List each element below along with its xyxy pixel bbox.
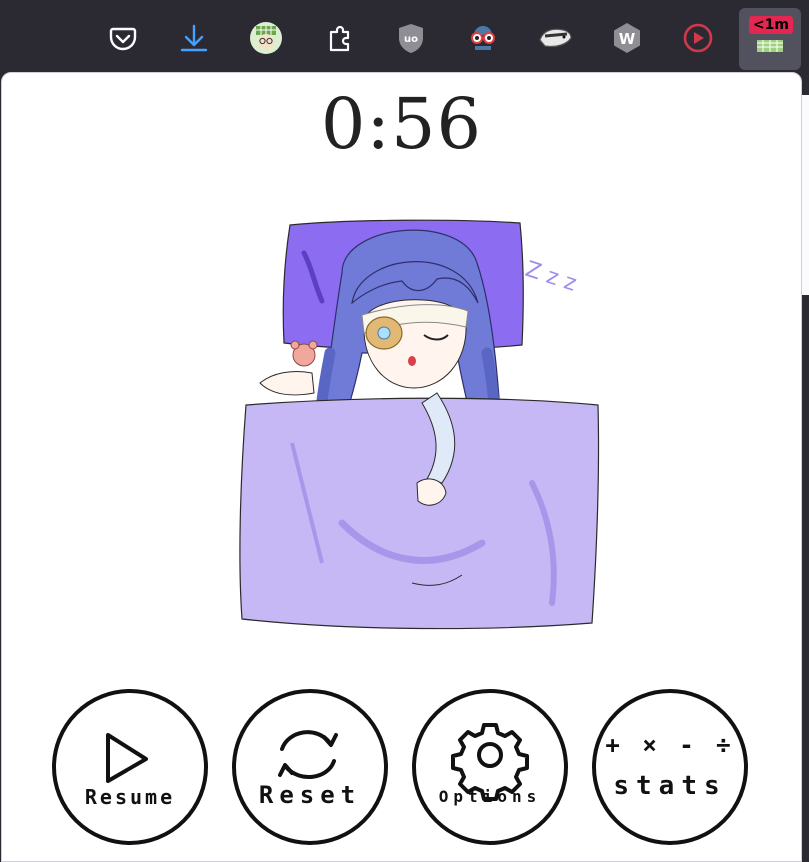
stats-button[interactable]: + × - ÷ stats	[592, 689, 748, 845]
refresh-icon	[278, 730, 338, 780]
zzz-text: Z z z	[522, 257, 579, 297]
options-label: Options	[438, 787, 542, 806]
avatar-icon[interactable]	[246, 18, 286, 58]
ublock-icon[interactable]: uo	[391, 18, 431, 58]
svg-text:W: W	[619, 30, 636, 48]
controls-row: Resume Reset Options + × - ÷ stats	[2, 689, 803, 851]
timer-extension-icon[interactable]: <1m	[739, 8, 801, 70]
badger-icon[interactable]	[535, 18, 575, 58]
pocket-icon[interactable]	[103, 18, 143, 58]
reset-button[interactable]: Reset	[232, 689, 388, 845]
download-icon[interactable]	[174, 18, 214, 58]
options-button[interactable]: Options	[412, 689, 568, 845]
browser-toolbar: uo W <1m	[0, 0, 809, 72]
timer-badge: <1m	[748, 16, 793, 34]
timer-display: 0:56	[320, 83, 483, 165]
play-icon	[106, 733, 148, 783]
privacy-glasses-icon[interactable]	[463, 18, 503, 58]
timer-popup: 0:56 Z z z Resume Reset Options + × - ÷ …	[1, 72, 802, 862]
math-symbols-icon: + × - ÷	[605, 731, 735, 759]
resume-label: Resume	[84, 785, 176, 809]
svg-text:uo: uo	[404, 34, 418, 45]
w-extension-icon[interactable]: W	[607, 18, 647, 58]
resume-button[interactable]: Resume	[52, 689, 208, 845]
page-edge	[801, 95, 809, 295]
reset-label: Reset	[258, 781, 362, 809]
extensions-icon[interactable]	[320, 18, 360, 58]
sleeping-girl-illustration: Z z z	[239, 219, 600, 630]
gear-icon	[451, 723, 529, 801]
play-extension-icon[interactable]	[678, 18, 718, 58]
stats-label: stats	[613, 771, 727, 801]
